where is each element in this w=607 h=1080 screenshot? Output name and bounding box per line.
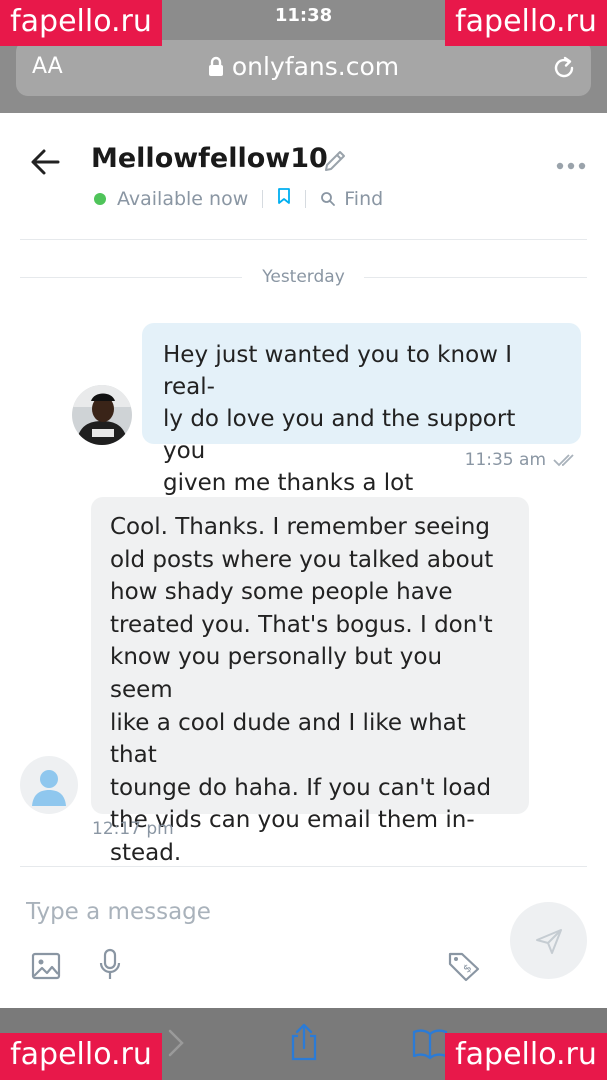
watermark: fapello.ru <box>0 0 162 46</box>
message-line: Hey just wanted you to know I real- <box>163 342 513 400</box>
day-separator: Yesterday <box>20 267 587 287</box>
message-line: old posts where you talked about <box>110 546 494 573</box>
avatar[interactable] <box>72 385 132 445</box>
message-line: given me thanks a lot <box>163 470 414 496</box>
forward-icon[interactable] <box>167 1028 185 1062</box>
watermark: fapello.ru <box>445 0 607 46</box>
message-time: 12:17 pm <box>92 819 174 839</box>
online-indicator <box>94 192 106 205</box>
divider <box>305 189 307 208</box>
message-line: tounge do haha. If you can't load <box>110 774 492 801</box>
double-check-icon <box>553 454 574 467</box>
message-line: stead. <box>110 839 182 866</box>
reload-icon[interactable] <box>551 54 577 86</box>
find-button[interactable]: Find <box>320 188 383 210</box>
message-line: like a cool dude and I like what that <box>110 709 466 769</box>
address-bar[interactable]: AA onlyfans.com <box>16 40 591 96</box>
bookmarks-icon[interactable] <box>412 1028 448 1064</box>
composer-divider <box>20 866 587 867</box>
message-line: know you personally but you seem <box>110 644 443 703</box>
url-text: onlyfans.com <box>231 52 400 81</box>
message-meta: 11:35 am <box>465 450 580 470</box>
more-icon[interactable] <box>556 156 586 175</box>
send-button[interactable] <box>510 902 587 979</box>
send-icon <box>535 928 562 954</box>
user-icon[interactable] <box>20 756 78 814</box>
watermark: fapello.ru <box>445 1033 607 1080</box>
presence-status: Available now <box>117 187 249 210</box>
message-time: 11:35 am <box>464 450 546 470</box>
header-divider <box>20 239 587 240</box>
message-input[interactable] <box>26 896 486 928</box>
find-label: Find <box>344 187 384 210</box>
share-icon[interactable] <box>288 1022 320 1066</box>
image-icon[interactable] <box>31 951 61 985</box>
message-line: treated you. That's bogus. I don't <box>110 611 493 638</box>
chat-username[interactable]: Mellowfellow10 <box>91 143 328 174</box>
lock-icon <box>208 54 224 83</box>
back-arrow-icon[interactable] <box>30 148 60 180</box>
presence-row: Available now Find <box>94 187 383 210</box>
watermark: fapello.ru <box>0 1033 162 1080</box>
divider <box>262 189 264 208</box>
separator-line <box>364 277 587 278</box>
microphone-icon[interactable] <box>98 948 122 986</box>
bookmark-icon[interactable] <box>277 187 291 210</box>
url-display[interactable]: onlyfans.com <box>16 52 591 83</box>
message-line: Cool. Thanks. I remember seeing <box>110 514 490 540</box>
message-line: how shady some people have <box>110 579 453 606</box>
pencil-icon[interactable] <box>322 148 348 178</box>
price-tag-icon[interactable]: $ <box>447 950 481 986</box>
outgoing-message-bubble[interactable]: Hey just wanted you to know I real- ly d… <box>142 323 581 496</box>
incoming-message-bubble[interactable]: Cool. Thanks. I remember seeing old post… <box>91 497 529 866</box>
search-icon <box>321 191 336 206</box>
